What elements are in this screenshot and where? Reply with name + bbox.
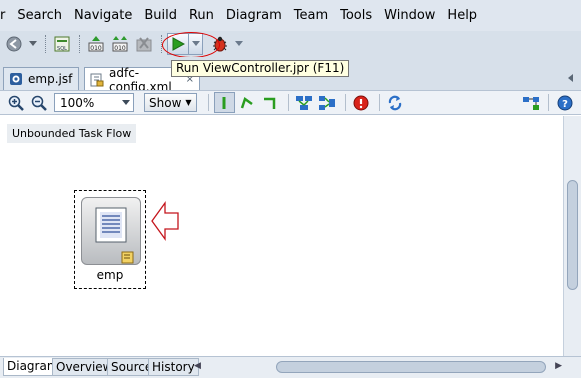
zoom-out-icon bbox=[31, 95, 47, 111]
sql-worksheet-icon[interactable]: SQL bbox=[51, 33, 73, 55]
left-arrow-annotation-icon bbox=[151, 201, 179, 241]
menu-run-partial[interactable]: r bbox=[0, 0, 11, 31]
menu-help[interactable]: Help bbox=[441, 0, 483, 31]
bottom-tab-strip: Diagram Overview Source History ◀ ▶ bbox=[0, 356, 581, 378]
tab-label: emp.jsf bbox=[28, 72, 73, 86]
menu-diagram[interactable]: Diagram bbox=[220, 0, 288, 31]
run-highlight-annotation bbox=[162, 32, 220, 58]
layout-vertical-icon bbox=[319, 95, 336, 110]
svg-text:?: ? bbox=[562, 99, 568, 110]
orthogonal-line-button[interactable] bbox=[260, 92, 281, 113]
toolbar-separator bbox=[378, 94, 380, 111]
thumbnail-button[interactable] bbox=[520, 92, 541, 113]
layout-hierarchical-button[interactable] bbox=[294, 92, 315, 113]
diagram-toolbar: 100% Show ▼ ? bbox=[0, 90, 581, 115]
task-flow-icon bbox=[90, 73, 104, 87]
menu-navigate[interactable]: Navigate bbox=[68, 0, 138, 31]
toolbar-separator bbox=[548, 94, 549, 111]
jsf-page-icon bbox=[9, 72, 23, 86]
view-activity-box[interactable] bbox=[81, 197, 141, 265]
back-button[interactable] bbox=[3, 33, 25, 55]
oblique-line-icon bbox=[240, 96, 253, 108]
layout-vertical-button[interactable] bbox=[317, 92, 338, 113]
chevron-down-icon bbox=[119, 94, 133, 111]
vertical-scrollbar[interactable] bbox=[563, 116, 581, 356]
toolbar-separator bbox=[287, 94, 289, 111]
zoom-in-icon bbox=[8, 95, 24, 111]
error-icon bbox=[353, 95, 369, 110]
svg-text:SQL: SQL bbox=[57, 46, 67, 52]
back-dropdown-icon[interactable] bbox=[27, 33, 39, 55]
main-toolbar: SQL 010 010 bbox=[0, 31, 581, 57]
menu-build[interactable]: Build bbox=[138, 0, 183, 31]
tab-emp-jsf[interactable]: emp.jsf bbox=[3, 67, 79, 90]
scroll-tabs-left-icon[interactable] bbox=[564, 71, 578, 85]
menu-run[interactable]: Run bbox=[183, 0, 220, 31]
straight-line-icon bbox=[222, 96, 226, 109]
select-tool-button[interactable] bbox=[213, 92, 235, 113]
orthogonal-line-icon bbox=[264, 97, 276, 109]
chevron-down-icon: ▼ bbox=[185, 98, 192, 107]
page-document-icon bbox=[95, 207, 134, 264]
toolbar-separator bbox=[207, 94, 209, 111]
menu-team[interactable]: Team bbox=[288, 0, 334, 31]
audit-errors-button[interactable] bbox=[351, 92, 372, 113]
toolbar-separator bbox=[79, 35, 81, 53]
help-icon: ? bbox=[557, 95, 572, 110]
horizontal-scroll-thumb[interactable] bbox=[276, 361, 546, 373]
back-arrow-icon bbox=[6, 36, 22, 52]
view-activity-emp[interactable]: emp bbox=[74, 190, 146, 289]
zoom-level-select[interactable]: 100% bbox=[54, 93, 134, 112]
refresh-icon bbox=[388, 95, 402, 110]
refresh-button[interactable] bbox=[385, 92, 406, 113]
diagram-canvas[interactable]: Unbounded Task Flow emp bbox=[0, 116, 563, 356]
rebuild-icon[interactable]: 010 bbox=[109, 33, 131, 55]
scroll-right-arrow-icon[interactable]: ▶ bbox=[555, 361, 562, 371]
menu-bar: r Search Navigate Build Run Diagram Team… bbox=[0, 0, 581, 31]
help-button[interactable]: ? bbox=[554, 92, 575, 113]
zoom-in-button[interactable] bbox=[5, 92, 26, 113]
menu-search[interactable]: Search bbox=[11, 0, 68, 31]
scroll-left-arrow-icon[interactable]: ◀ bbox=[194, 361, 201, 371]
layout-hierarchy-icon bbox=[296, 95, 313, 110]
run-tooltip: Run ViewController.jpr (F11) bbox=[171, 60, 350, 77]
unbounded-task-flow-label: Unbounded Task Flow bbox=[7, 124, 137, 143]
vertical-scroll-thumb[interactable] bbox=[567, 180, 578, 290]
cancel-build-icon[interactable] bbox=[133, 33, 155, 55]
debug-dropdown-icon[interactable] bbox=[233, 33, 245, 55]
horizontal-scrollbar[interactable]: ◀ ▶ bbox=[192, 358, 562, 376]
toolbar-separator bbox=[45, 35, 47, 53]
toolbar-separator bbox=[344, 94, 346, 111]
menu-window[interactable]: Window bbox=[378, 0, 441, 31]
svg-text:010: 010 bbox=[114, 45, 126, 52]
make-icon[interactable]: 010 bbox=[85, 33, 107, 55]
svg-text:010: 010 bbox=[90, 45, 102, 52]
diagram-overview-icon bbox=[522, 96, 539, 110]
tab-strip-controls bbox=[564, 71, 578, 85]
zoom-level-value: 100% bbox=[60, 95, 95, 110]
show-label: Show bbox=[149, 95, 182, 110]
menu-tools[interactable]: Tools bbox=[334, 0, 378, 31]
show-menu-button[interactable]: Show ▼ bbox=[144, 93, 197, 112]
oblique-line-button[interactable] bbox=[237, 92, 258, 113]
view-activity-label: emp bbox=[96, 268, 124, 282]
zoom-out-button[interactable] bbox=[28, 92, 49, 113]
